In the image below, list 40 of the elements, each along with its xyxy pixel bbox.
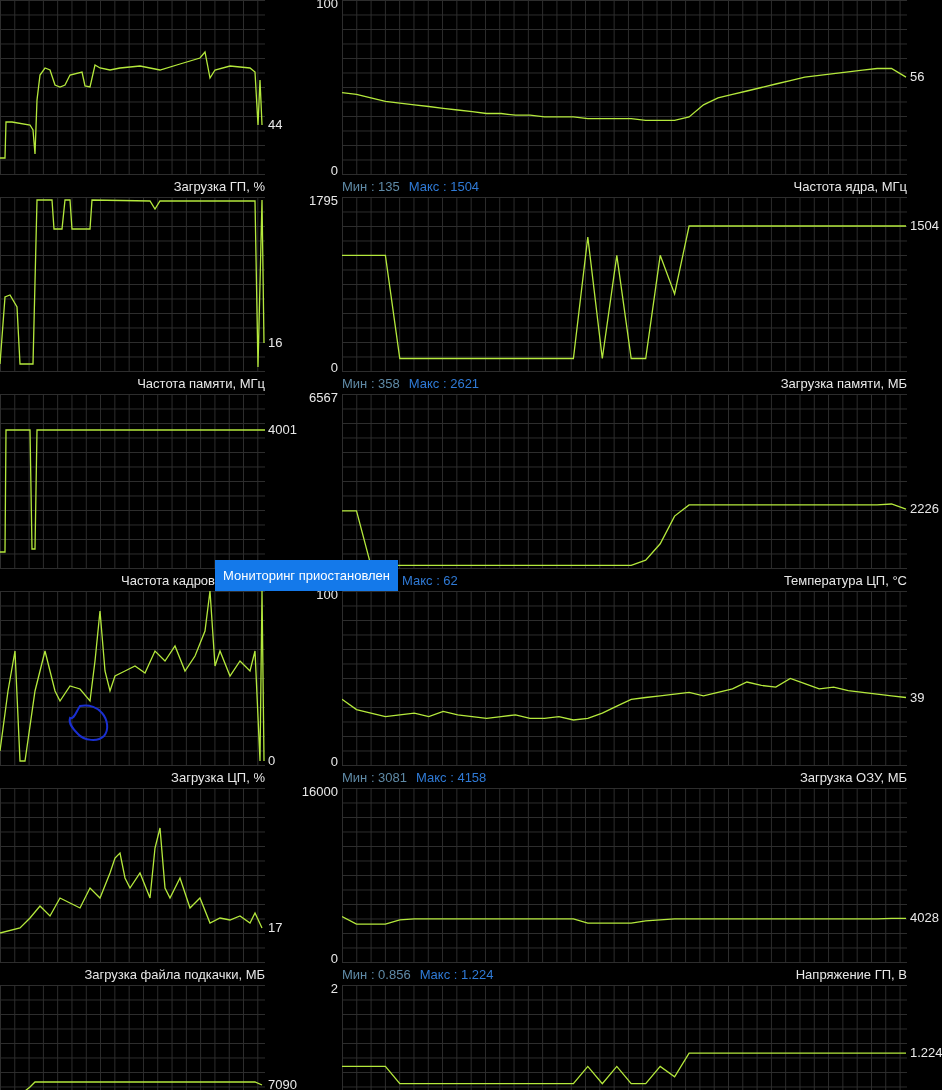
graph-title: Частота ядра, МГц [793,178,907,194]
current-value: 16 [268,336,283,350]
current-value: 4028 [910,911,939,926]
current-value: 0 [268,754,276,768]
max-value: Макс : 62 [402,572,458,588]
current-value: 39 [910,690,925,705]
graph-title: Частота кадров [121,572,215,588]
axis-tick-label: 16000 [301,785,338,799]
graph-title: Загрузка файла подкачки, МБ [84,966,265,982]
status-tooltip: Мониторинг приостановлен [215,560,399,591]
current-value: 4001 [268,423,297,437]
min-value: Мин : 135 [342,178,400,194]
graph-title: Загрузка ОЗУ, МБ [799,769,907,785]
max-value: Макс : 2621 [408,375,480,391]
max-value: Макс : 1504 [408,178,480,194]
max-value: Макс : 1.224 [419,966,494,982]
graph-title: Температура ЦП, °C [783,572,907,588]
current-value: 1.224 [910,1046,942,1061]
graph-title: Напряжение ГП, В [795,966,907,982]
axis-tick-label: 0 [330,361,338,375]
min-value: Мин : 358 [342,375,400,391]
current-value: 2226 [910,502,939,517]
axis-tick-label: 2 [330,982,338,996]
axis-tick-label: 0 [330,755,338,769]
graph-title: Загрузка ГП, % [173,178,265,194]
graph-title: Загрузка памяти, МБ [780,375,907,391]
current-value: 44 [268,118,283,132]
graph-title: Частота памяти, МГц [137,375,265,391]
axis-tick-label: 0 [330,952,338,966]
min-value: Мин : 0.856 [342,966,411,982]
current-value: 56 [910,70,925,85]
current-value: 17 [268,921,283,935]
current-value: 7090 [268,1078,297,1090]
current-value: 1504 [910,219,939,234]
max-value: Макс : 4158 [416,769,487,785]
axis-tick-label: 1795 [309,194,338,208]
axis-tick-label: 0 [330,164,338,178]
axis-tick-label: 6567 [309,391,338,405]
min-value: Мин : 3081 [342,769,408,785]
graph-title: Загрузка ЦП, % [171,769,265,785]
